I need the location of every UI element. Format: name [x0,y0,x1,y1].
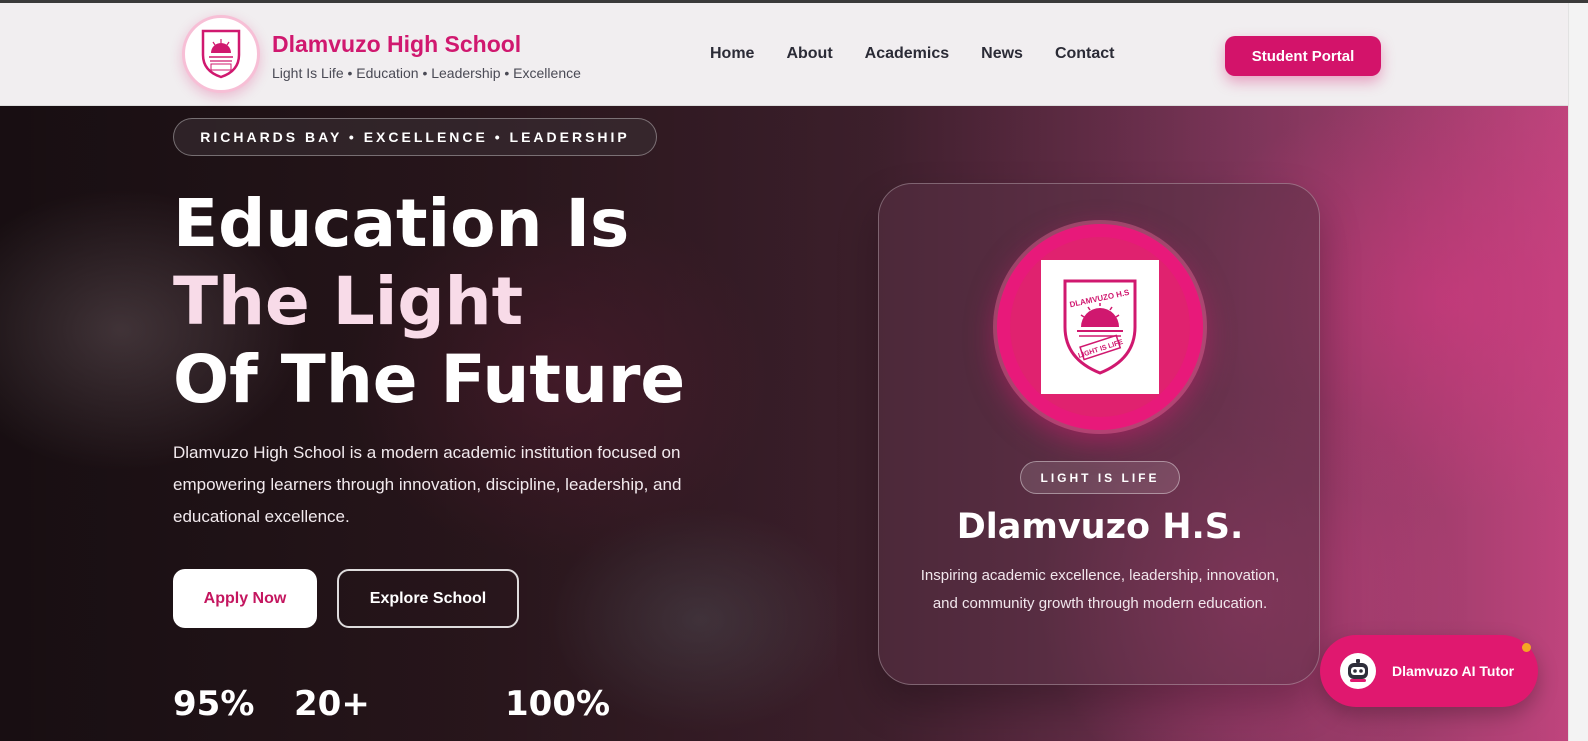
crest-inner: DLAMVUZO H.S LIGHT IS LIFE [1010,237,1190,417]
student-portal-button[interactable]: Student Portal [1225,36,1381,76]
school-crest-icon: DLAMVUZO H.S LIGHT IS LIFE [1063,279,1137,375]
nav-home[interactable]: Home [710,45,754,63]
ai-tutor-button[interactable]: Dlamvuzo AI Tutor [1320,635,1538,707]
notification-dot [1522,643,1531,652]
ai-tutor-label: Dlamvuzo AI Tutor [1392,663,1515,679]
school-crest-icon [201,29,241,79]
school-card: DLAMVUZO H.S LIGHT IS LIFE LIGHT IS LIFE… [878,183,1320,685]
stat-value: 100% [505,684,611,724]
school-crest: DLAMVUZO H.S LIGHT IS LIFE [1041,260,1159,394]
headline-line-2: The Light [173,263,524,340]
nav-academics[interactable]: Academics [865,45,950,63]
school-logo[interactable] [182,15,260,93]
stat-value: 20+ [294,684,370,724]
nav-about[interactable]: About [786,45,832,63]
stat-value: 95% [173,684,255,724]
site-header: Dlamvuzo High School Light Is Life • Edu… [0,3,1568,106]
brand-tagline: Light Is Life • Education • Leadership •… [272,65,581,81]
motto-pill: LIGHT IS LIFE [1020,461,1180,494]
brand-name[interactable]: Dlamvuzo High School [272,31,521,58]
robot-avatar-icon [1340,653,1376,689]
headline-line-3: Of The Future [173,341,686,418]
nav-contact[interactable]: Contact [1055,45,1115,63]
crest-ring: DLAMVUZO H.S LIGHT IS LIFE [997,224,1203,430]
explore-school-button[interactable]: Explore School [337,569,519,628]
nav-news[interactable]: News [981,45,1023,63]
location-pill: RICHARDS BAY • EXCELLENCE • LEADERSHIP [173,118,657,156]
apply-now-button[interactable]: Apply Now [173,569,317,628]
hero-headline: Education Is The Light Of The Future [173,185,685,419]
scrollbar[interactable] [1568,3,1588,741]
headline-line-1: Education Is [173,185,630,262]
main-nav: Home About Academics News Contact [710,45,1115,63]
card-description: Inspiring academic excellence, leadershi… [920,567,1280,612]
card-title: Dlamvuzo H.S. [956,507,1244,547]
hero-description: Dlamvuzo High School is a modern academi… [173,443,682,526]
